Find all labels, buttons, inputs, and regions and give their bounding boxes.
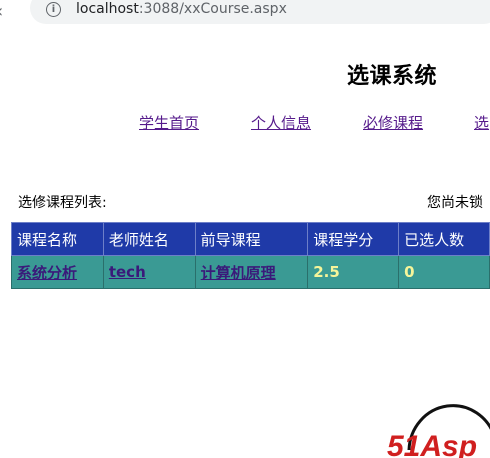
course-table: 课程名称 老师姓名 前导课程 课程学分 已选人数 系统分析 tech 计算机原理… xyxy=(11,222,490,289)
header-teacher-name: 老师姓名 xyxy=(102,222,196,256)
page-title: 选课系统 xyxy=(347,64,438,89)
header-credits: 课程学分 xyxy=(307,222,400,256)
cell-teacher: tech xyxy=(102,255,196,289)
table-header-row: 课程名称 老师姓名 前导课程 课程学分 已选人数 xyxy=(11,222,490,256)
header-selected-count: 已选人数 xyxy=(398,222,490,256)
cell-selected-count: 0 xyxy=(398,255,490,289)
url-host: localhost xyxy=(76,1,139,17)
teacher-link[interactable]: tech xyxy=(109,263,146,281)
elective-list-label: 选修课程列表: xyxy=(18,195,107,211)
url-text[interactable]: localhost:3088/xxCourse.aspx xyxy=(76,1,287,17)
prerequisite-link[interactable]: 计算机原理 xyxy=(201,264,276,282)
nav-elective-link[interactable]: 选 xyxy=(474,112,489,133)
browser-address-bar[interactable]: ‹ i localhost:3088/xxCourse.aspx xyxy=(0,0,490,27)
cell-credits: 2.5 xyxy=(307,255,400,289)
course-name-link[interactable]: 系统分析 xyxy=(17,264,77,282)
header-prerequisite: 前导课程 xyxy=(194,222,309,256)
cell-course-name: 系统分析 xyxy=(11,255,104,289)
lock-status-text: 您尚未锁 xyxy=(427,195,483,211)
logo-text: 51Asp xyxy=(387,430,477,458)
51asp-logo: 51Asp xyxy=(387,404,490,458)
url-path: :3088/xxCourse.aspx xyxy=(138,1,287,17)
nav-required-courses-link[interactable]: 必修课程 xyxy=(363,112,423,133)
back-arrow-icon[interactable]: ‹ xyxy=(0,1,3,22)
table-row: 系统分析 tech 计算机原理 2.5 0 xyxy=(11,255,490,289)
info-icon[interactable]: i xyxy=(46,2,61,17)
header-course-name: 课程名称 xyxy=(11,222,104,256)
nav-student-home-link[interactable]: 学生首页 xyxy=(139,112,199,133)
nav-personal-info-link[interactable]: 个人信息 xyxy=(251,112,311,133)
cell-prerequisite: 计算机原理 xyxy=(194,255,309,289)
